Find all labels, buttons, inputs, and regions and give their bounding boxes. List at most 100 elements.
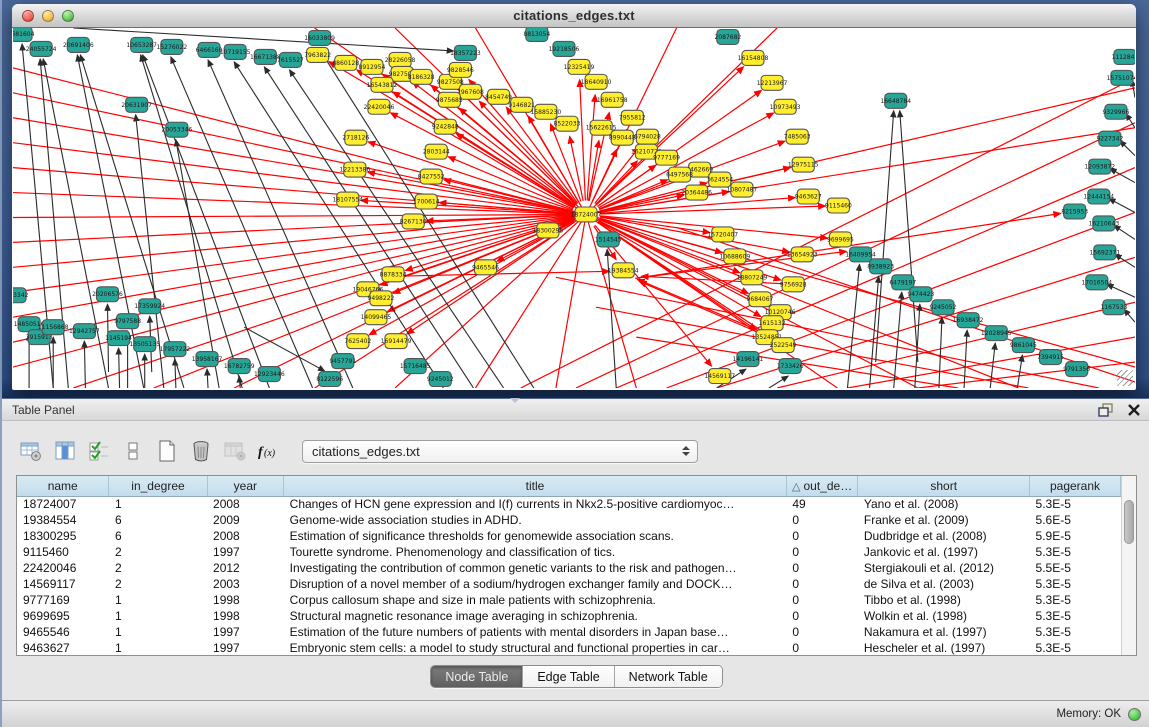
- graph-node[interactable]: 9465546: [472, 260, 499, 275]
- table-vertical-scrollbar[interactable]: [1121, 476, 1136, 655]
- cell-year[interactable]: 2012: [207, 560, 284, 576]
- graph-node[interactable]: 1615132: [759, 316, 786, 331]
- cell-out_de[interactable]: 49: [786, 496, 858, 512]
- column-header-out_de[interactable]: △out_de…: [786, 476, 858, 496]
- function-builder-button[interactable]: f (x): [254, 437, 284, 465]
- graph-node[interactable]: 9474423: [907, 287, 934, 302]
- graph-node[interactable]: 20364486: [681, 185, 712, 200]
- cell-pagerank[interactable]: 5.3E-5: [1030, 576, 1121, 592]
- graph-node[interactable]: 20691406: [63, 37, 94, 52]
- cell-short[interactable]: Hescheler et al. (1997): [858, 640, 1030, 656]
- graph-node[interactable]: 19384554: [608, 263, 639, 278]
- cell-year[interactable]: 2008: [207, 496, 284, 512]
- graph-node[interactable]: 1514545: [595, 232, 622, 247]
- graph-node[interactable]: 9463627: [795, 189, 822, 204]
- graph-node[interactable]: 22420046: [364, 99, 395, 114]
- cell-title[interactable]: Genome-wide association studies in ADHD.: [284, 512, 787, 528]
- cell-in_degree[interactable]: 2: [109, 576, 207, 592]
- cell-out_de[interactable]: 0: [786, 608, 858, 624]
- table-row[interactable]: 1872400712008Changes of HCN gene express…: [17, 496, 1121, 512]
- cell-out_de[interactable]: 0: [786, 576, 858, 592]
- graph-edge[interactable]: [239, 376, 240, 388]
- graph-node[interactable]: 13505135: [129, 337, 160, 352]
- graph-node[interactable]: 7625402: [344, 334, 371, 349]
- cell-in_degree[interactable]: 6: [109, 512, 207, 528]
- graph-node[interactable]: 9777169: [653, 150, 680, 165]
- cell-short[interactable]: Dudbridge et al. (2008): [858, 528, 1030, 544]
- table-row[interactable]: 2242004622012Investigating the contribut…: [17, 560, 1121, 576]
- graph-node[interactable]: 16914479: [381, 334, 412, 349]
- table-row[interactable]: 946554611997Estimation of the future num…: [17, 624, 1121, 640]
- select-columns-button[interactable]: [50, 437, 80, 465]
- graph-node[interactable]: 16938472: [953, 313, 984, 328]
- cell-pagerank[interactable]: 5.6E-5: [1030, 512, 1121, 528]
- graph-node[interactable]: 1145194: [105, 331, 132, 346]
- graph-node[interactable]: 9457791: [329, 354, 356, 369]
- graph-edge[interactable]: [876, 111, 894, 362]
- cell-short[interactable]: Nakamura et al. (1997): [858, 624, 1030, 640]
- graph-node[interactable]: 28226058: [385, 52, 416, 67]
- cell-name[interactable]: 9463627: [17, 640, 109, 656]
- graph-edge[interactable]: [407, 222, 574, 334]
- cell-year[interactable]: 1997: [207, 544, 284, 560]
- scrollbar-thumb[interactable]: [1124, 500, 1134, 544]
- cell-name[interactable]: 18724007: [17, 496, 109, 512]
- memory-status-indicator[interactable]: [1128, 708, 1141, 721]
- graph-node[interactable]: 17016504: [1081, 275, 1112, 290]
- table-source-dropdown[interactable]: citations_edges.txt: [302, 440, 698, 463]
- window-resize-grip[interactable]: [1117, 370, 1133, 386]
- graph-node[interactable]: 8427552: [418, 169, 445, 184]
- cell-title[interactable]: Changes of HCN gene expression and I(f) …: [284, 496, 787, 512]
- cell-out_de[interactable]: 0: [786, 512, 858, 528]
- cell-short[interactable]: Stergiakouli et al. (2012): [858, 560, 1030, 576]
- graph-edge[interactable]: [207, 369, 208, 388]
- graph-node[interactable]: 8938923: [867, 259, 894, 274]
- column-header-year[interactable]: year: [207, 476, 284, 496]
- graph-node[interactable]: 17359924: [134, 299, 165, 314]
- cell-short[interactable]: Yano et al. (2008): [858, 496, 1030, 512]
- graph-edge[interactable]: [13, 214, 586, 292]
- graph-edge[interactable]: [119, 348, 120, 388]
- graph-node[interactable]: 7394915: [1037, 350, 1064, 365]
- cell-out_de[interactable]: 0: [786, 528, 858, 544]
- graph-node[interactable]: 9245012: [427, 372, 454, 387]
- graph-node[interactable]: 1112847: [1112, 49, 1135, 64]
- graph-node[interactable]: 9115460: [825, 198, 852, 213]
- cell-name[interactable]: 19384554: [17, 512, 109, 528]
- column-header-name[interactable]: name: [17, 476, 109, 496]
- tab-edge-table[interactable]: Edge Table: [523, 666, 614, 687]
- graph-node[interactable]: 9791356: [1063, 362, 1090, 377]
- graph-node[interactable]: 19218506: [549, 41, 580, 56]
- graph-node[interactable]: 8215953: [1061, 204, 1088, 219]
- graph-node[interactable]: 8267130: [400, 214, 427, 229]
- cell-name[interactable]: 22420046: [17, 560, 109, 576]
- graph-node[interactable]: 12213967: [757, 75, 788, 90]
- float-panel-button[interactable]: [1095, 401, 1117, 419]
- graph-node[interactable]: 8912954: [358, 59, 385, 74]
- graph-node[interactable]: 13654923: [787, 247, 818, 262]
- graph-edge[interactable]: [964, 330, 967, 388]
- graph-node[interactable]: 12093872: [1084, 159, 1115, 174]
- graph-node[interactable]: 10719155: [220, 44, 251, 59]
- table-row[interactable]: 946362711997Embryonic stem cells: a mode…: [17, 640, 1121, 656]
- cell-short[interactable]: Jankovic et al. (1997): [858, 544, 1030, 560]
- graph-edge[interactable]: [580, 80, 586, 201]
- graph-node[interactable]: 12942757: [69, 324, 100, 339]
- graph-edge[interactable]: [1114, 225, 1135, 239]
- cell-title[interactable]: Estimation of significance thresholds fo…: [284, 528, 787, 544]
- cell-title[interactable]: Estimation of the future numbers of pati…: [284, 624, 787, 640]
- graph-edge[interactable]: [143, 55, 270, 388]
- graph-node[interactable]: 2522549: [770, 338, 797, 353]
- cell-title[interactable]: Embryonic stem cells: a model to study s…: [284, 640, 787, 656]
- cell-name[interactable]: 9465546: [17, 624, 109, 640]
- cell-short[interactable]: Wolkin et al. (1998): [858, 608, 1030, 624]
- graph-node[interactable]: 12325419: [564, 59, 595, 74]
- table-row[interactable]: 1938455462009Genome-wide association stu…: [17, 512, 1121, 528]
- graph-node[interactable]: 20053346: [162, 122, 193, 137]
- graph-node[interactable]: 11156868: [38, 320, 69, 335]
- graph-node[interactable]: 9699695: [827, 232, 854, 247]
- graph-edge[interactable]: [1109, 199, 1135, 213]
- graph-edge[interactable]: [1120, 141, 1135, 156]
- graph-node[interactable]: 16543812: [367, 77, 398, 92]
- cell-year[interactable]: 1997: [207, 624, 284, 640]
